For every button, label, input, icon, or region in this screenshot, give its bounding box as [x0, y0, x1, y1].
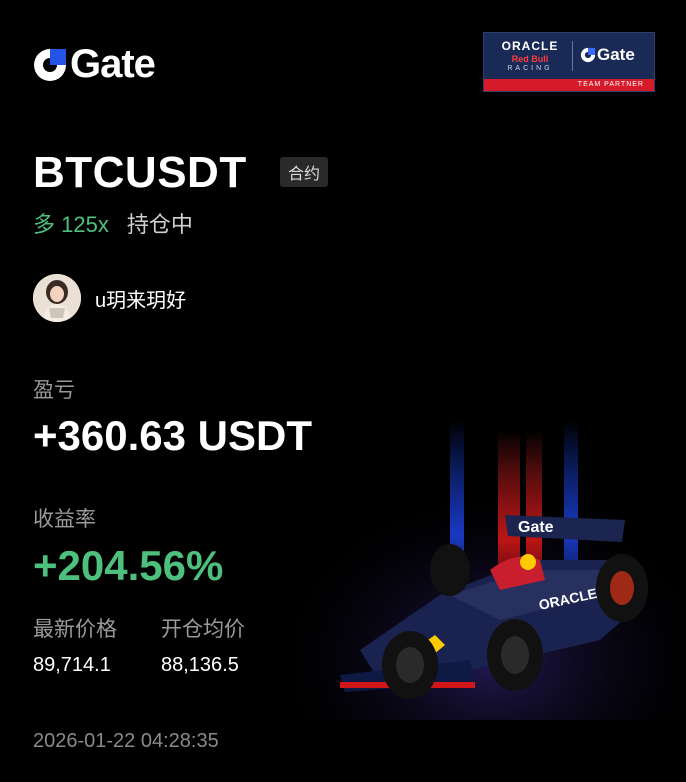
latest-price-label: 最新价格 [33, 618, 117, 641]
oracle-redbull-logo: ORACLE Red Bull RACING [494, 39, 566, 72]
partner-badge: ORACLE Red Bull RACING Gate TEAM PARTNER [483, 32, 655, 92]
entry-price-value: 88,136.5 [161, 654, 239, 676]
avatar [33, 274, 81, 322]
partner-gate-logo: Gate [580, 45, 635, 65]
latest-price-value: 89,714.1 [33, 654, 111, 676]
entry-price-label: 开仓均价 [161, 618, 245, 641]
position-status: 持仓中 [126, 212, 193, 237]
partner-divider [572, 41, 573, 71]
gate-logo: Gate [32, 42, 156, 87]
redbull-text: Red Bull [511, 54, 549, 64]
username: u玥来玥好 [95, 289, 187, 312]
timestamp: 2026-01-22 04:28:35 [33, 730, 219, 752]
oracle-text: ORACLE [501, 39, 559, 53]
position-info: 多 125x 持仓中 [33, 207, 193, 239]
pnl-label: 盈亏 [33, 379, 75, 402]
avatar-image [33, 274, 81, 322]
symbol-title: BTCUSDT [33, 148, 247, 197]
pnl-value: +360.63 USDT [33, 412, 312, 459]
gate-logo-text: Gate [70, 42, 156, 86]
user-row: u玥来玥好 [33, 274, 186, 322]
contract-tag: 合约 [280, 157, 329, 187]
direction-leverage: 多 125x [33, 212, 109, 237]
gate-small-icon [580, 47, 596, 63]
race-car-illustration: Gate ORACLE [300, 420, 686, 720]
roi-value: +204.56% [33, 542, 224, 589]
gate-logo-icon [34, 48, 66, 81]
partner-band: TEAM PARTNER [484, 79, 654, 91]
roi-label: 收益率 [33, 508, 96, 531]
racing-text: RACING [507, 65, 553, 72]
rear-wing-gate-text: Gate [518, 519, 554, 536]
partner-gate-text: Gate [597, 45, 635, 64]
